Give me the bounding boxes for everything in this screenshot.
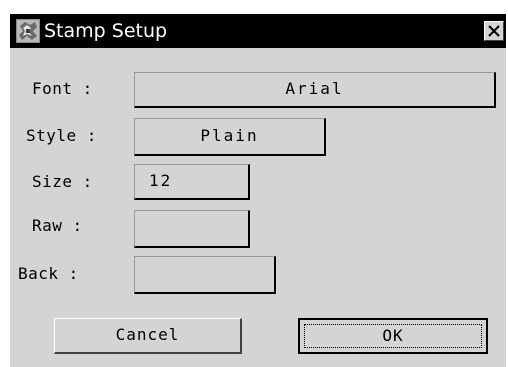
font-label: Font : xyxy=(32,79,93,98)
raw-label: Raw : xyxy=(32,216,83,235)
back-label: Back : xyxy=(18,264,79,283)
raw-color-button[interactable] xyxy=(134,210,250,248)
cancel-button[interactable]: Cancel xyxy=(54,318,242,354)
ok-button[interactable]: OK xyxy=(298,318,488,354)
style-label: Style : xyxy=(26,126,97,145)
window-title: Stamp Setup xyxy=(44,20,168,42)
back-color-button[interactable] xyxy=(134,256,276,294)
cancel-label: Cancel xyxy=(115,325,180,344)
style-select-button[interactable]: Plain xyxy=(134,118,326,156)
font-select-button[interactable]: Arial xyxy=(134,72,496,108)
style-value: Plain xyxy=(200,126,259,145)
title-bar[interactable]: Stamp Setup xyxy=(10,14,506,48)
stamp-app-icon xyxy=(16,19,40,43)
stamp-setup-dialog: Stamp Setup Font : Arial Style : Plain S… xyxy=(10,14,506,367)
size-select-button[interactable]: 12 xyxy=(134,164,250,200)
ok-focus-rect: OK xyxy=(304,324,482,348)
ok-label: OK xyxy=(382,326,404,345)
font-value: Arial xyxy=(285,79,344,98)
close-button[interactable] xyxy=(484,21,504,41)
size-label: Size : xyxy=(32,172,93,191)
size-value: 12 xyxy=(149,171,173,190)
close-icon xyxy=(488,25,500,37)
